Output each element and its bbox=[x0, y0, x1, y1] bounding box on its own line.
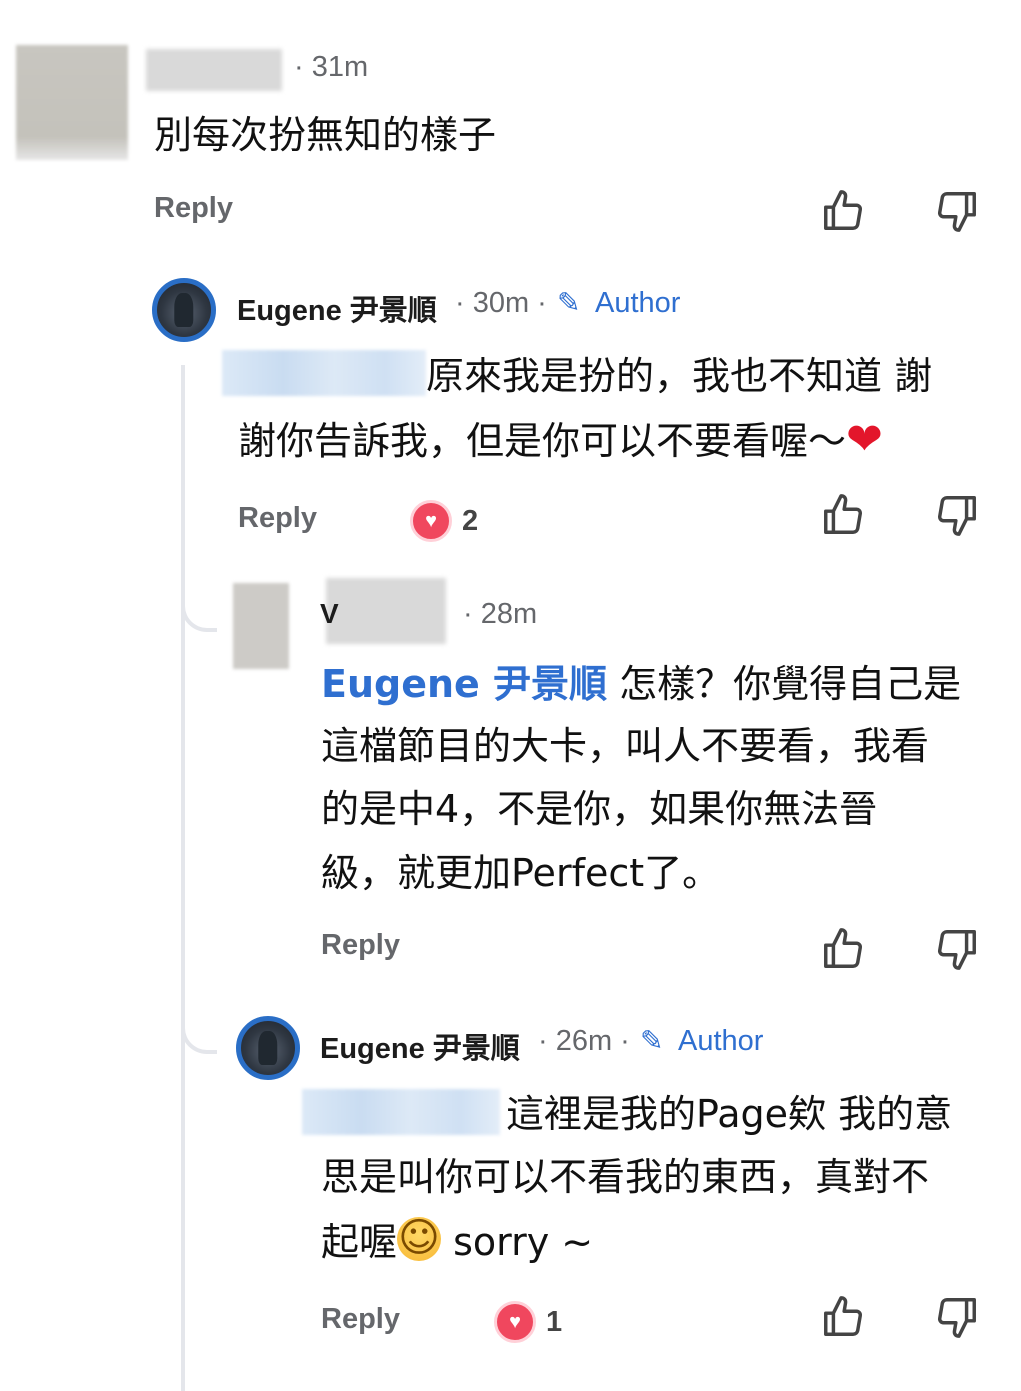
reply-button[interactable]: Reply bbox=[321, 1303, 400, 1336]
thumbs-down-icon[interactable] bbox=[934, 926, 980, 972]
comment-text-line: 的是中4，不是你，如果你無法晉 bbox=[321, 787, 878, 831]
commenter-name[interactable]: Eugene 尹景順 bbox=[320, 1025, 520, 1067]
mention-link[interactable]: Eugene 尹景順 bbox=[321, 662, 607, 706]
commenter-name[interactable]: Eugene 尹景順 bbox=[237, 287, 437, 329]
avatar[interactable] bbox=[16, 45, 128, 160]
smiling-emoji-icon bbox=[397, 1214, 442, 1262]
mentioned-name[interactable] bbox=[222, 350, 426, 396]
heart-reaction-icon[interactable]: ♥ bbox=[410, 500, 452, 542]
avatar[interactable] bbox=[233, 583, 289, 669]
comment-time: · 26m · bbox=[538, 1025, 630, 1057]
reply-button[interactable]: Reply bbox=[321, 929, 400, 962]
comment-text-line: 這檔節目的大卡，叫人不要看，我看 bbox=[321, 724, 930, 768]
comment-text: 別每次扮無知的樣子 bbox=[154, 113, 497, 157]
pencil-icon: ✎ bbox=[557, 287, 581, 318]
comment-text-line: 謝你告訴我，但是你可以不要看喔～❤ bbox=[238, 414, 883, 465]
heart-reaction-icon[interactable]: ♥ bbox=[494, 1301, 536, 1343]
comment-text-line: 思是叫你可以不看我的東西，真對不 bbox=[321, 1155, 930, 1199]
comment-time: · 31m bbox=[294, 51, 369, 83]
thumbs-down-icon[interactable] bbox=[934, 1294, 980, 1340]
comment-text-line: 原來我是扮的，我也不知道 謝 bbox=[426, 354, 933, 398]
thumbs-up-icon[interactable] bbox=[820, 1294, 866, 1340]
comment-text-line: 這裡是我的Page欸 我的意 bbox=[506, 1092, 953, 1136]
comment-time: · 30m · bbox=[455, 287, 547, 319]
comment-text-line: Eugene 尹景順 怎樣？你覺得自己是 bbox=[321, 662, 962, 706]
comment-text-line: 起喔 sorry ~ bbox=[321, 1210, 593, 1274]
heart-emoji-icon: ❤ bbox=[846, 414, 883, 465]
avatar[interactable] bbox=[152, 278, 216, 342]
mentioned-name[interactable] bbox=[302, 1089, 500, 1135]
commenter-name-fragment: V bbox=[320, 598, 339, 629]
thread-connector-2 bbox=[181, 1012, 217, 1054]
commenter-name[interactable] bbox=[326, 578, 446, 644]
thumbs-down-icon[interactable] bbox=[934, 492, 980, 538]
commenter-name[interactable] bbox=[146, 49, 282, 91]
author-badge: Author bbox=[595, 287, 681, 319]
comment-time: · 28m bbox=[463, 598, 538, 630]
thumbs-down-icon[interactable] bbox=[934, 188, 980, 234]
reply-button[interactable]: Reply bbox=[238, 502, 317, 535]
author-badge: Author bbox=[678, 1025, 764, 1057]
avatar[interactable] bbox=[236, 1016, 300, 1080]
reaction-count[interactable]: 2 bbox=[462, 505, 478, 538]
thread-line-main bbox=[181, 365, 185, 1391]
comment-text-line: 級，就更加Perfect了。 bbox=[321, 851, 721, 895]
reaction-count[interactable]: 1 bbox=[546, 1306, 562, 1339]
thumbs-up-icon[interactable] bbox=[820, 188, 866, 234]
reply-button[interactable]: Reply bbox=[154, 192, 233, 225]
thumbs-up-icon[interactable] bbox=[820, 492, 866, 538]
thread-connector-1 bbox=[181, 590, 217, 632]
pencil-icon: ✎ bbox=[640, 1025, 664, 1056]
thumbs-up-icon[interactable] bbox=[820, 926, 866, 972]
